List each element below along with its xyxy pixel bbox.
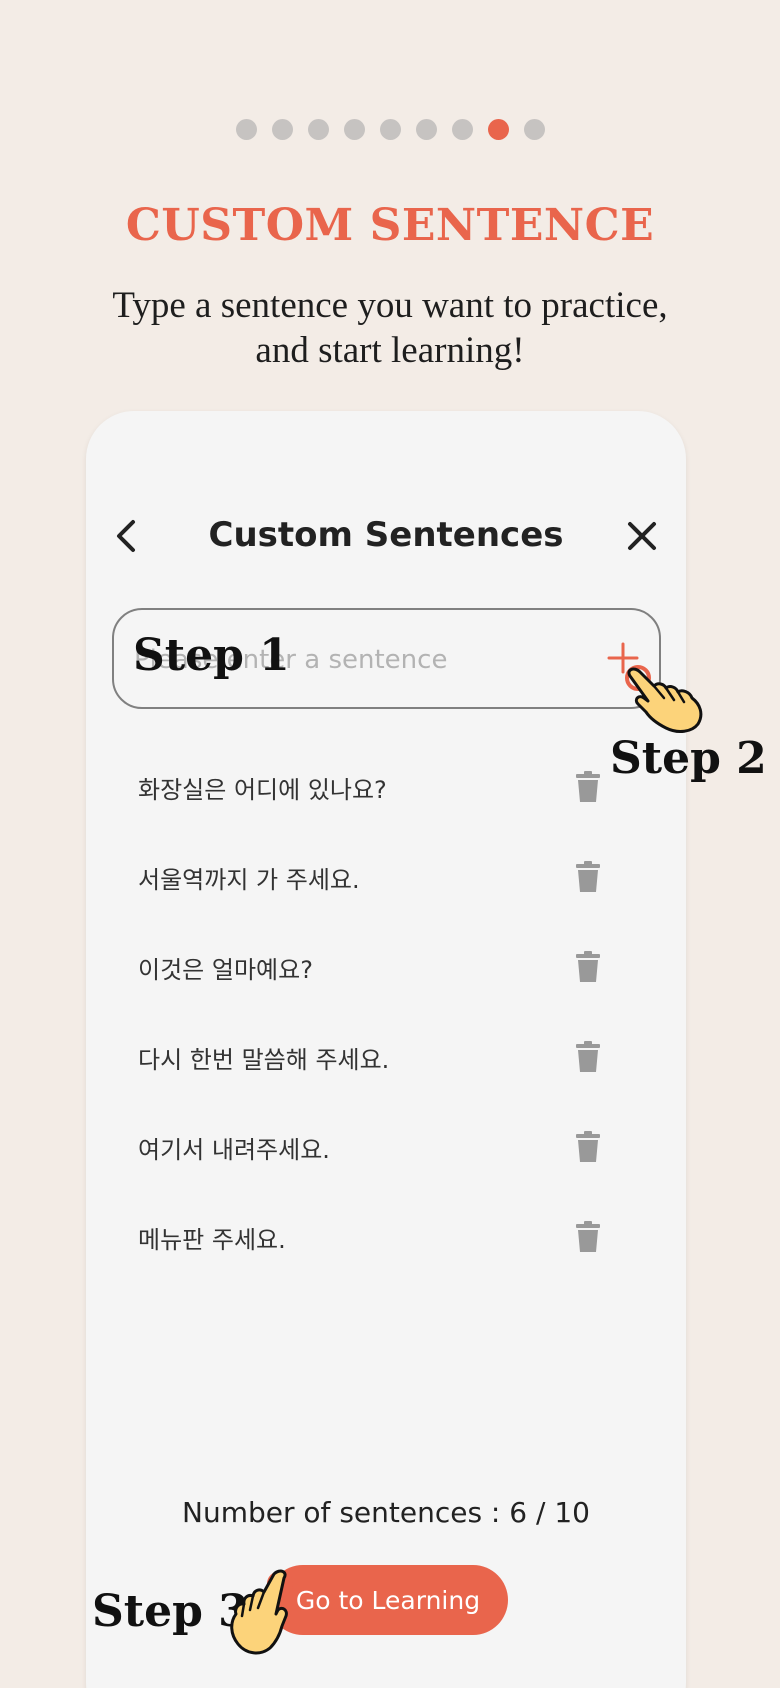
sentence-item: 서울역까지 가 주세요. [130, 832, 610, 922]
sentence-text: 이것은 얼마예요? [138, 955, 313, 984]
sentence-text: 화장실은 어디에 있나요? [138, 775, 387, 804]
trash-icon [576, 1221, 600, 1252]
back-button[interactable] [106, 516, 146, 556]
trash-icon [576, 861, 600, 892]
pagination-dot [235, 119, 257, 140]
delete-sentence-button[interactable] [566, 855, 610, 899]
pagination-dot [379, 119, 401, 140]
step-2-label: Step 2 [610, 733, 767, 784]
pagination-dot [271, 119, 293, 140]
delete-sentence-button[interactable] [566, 1125, 610, 1169]
headline: CUSTOM SENTENCE [125, 200, 655, 251]
sentence-list: 화장실은 어디에 있나요? 서울역까지 가 주세요. 이것은 얼마예요? 다시 한번 … [130, 742, 610, 1282]
pagination-dot [415, 119, 437, 140]
pagination-dot-active [487, 119, 509, 140]
go-to-learning-button[interactable]: Go to Learning [268, 1565, 508, 1635]
sentence-item: 이것은 얼마예요? [130, 922, 610, 1012]
trash-icon [576, 951, 600, 982]
sentence-item: 화장실은 어디에 있나요? [130, 742, 610, 832]
pagination-dots [0, 119, 780, 141]
delete-sentence-button[interactable] [566, 945, 610, 989]
subtitle: Type a sentence you want to practice, an… [60, 283, 720, 373]
step-3-label: Step 3 [92, 1586, 249, 1637]
trash-icon [576, 1131, 600, 1162]
sentence-text: 다시 한번 말씀해 주세요. [138, 1045, 390, 1074]
pagination-dot [523, 119, 545, 140]
chevron-left-icon [117, 520, 135, 552]
delete-sentence-button[interactable] [566, 1215, 610, 1259]
sentence-item: 다시 한번 말씀해 주세요. [130, 1012, 610, 1102]
delete-sentence-button[interactable] [566, 1035, 610, 1079]
subtitle-line-2: and start learning! [255, 330, 525, 371]
screen-title: Custom Sentences [208, 515, 564, 555]
sentence-item: 여기서 내려주세요. [130, 1102, 610, 1192]
sentence-text: 서울역까지 가 주세요. [138, 865, 360, 894]
close-button[interactable] [622, 516, 662, 556]
pagination-dot [343, 119, 365, 140]
sentence-text: 메뉴판 주세요. [138, 1225, 286, 1254]
pointing-hand-icon [625, 665, 703, 733]
pagination-dot [451, 119, 473, 140]
sentence-item: 메뉴판 주세요. [130, 1192, 610, 1282]
sentence-count: Number of sentences : 6 / 10 [182, 1496, 590, 1529]
sentence-text: 여기서 내려주세요. [138, 1135, 330, 1164]
pointing-hand-icon [230, 1569, 293, 1655]
close-icon [628, 522, 656, 550]
subtitle-line-1: Type a sentence you want to practice, [112, 285, 668, 326]
trash-icon [576, 1041, 600, 1072]
delete-sentence-button[interactable] [566, 765, 610, 809]
step-1-label: Step 1 [133, 630, 290, 681]
pagination-dot [307, 119, 329, 140]
trash-icon [576, 771, 600, 802]
